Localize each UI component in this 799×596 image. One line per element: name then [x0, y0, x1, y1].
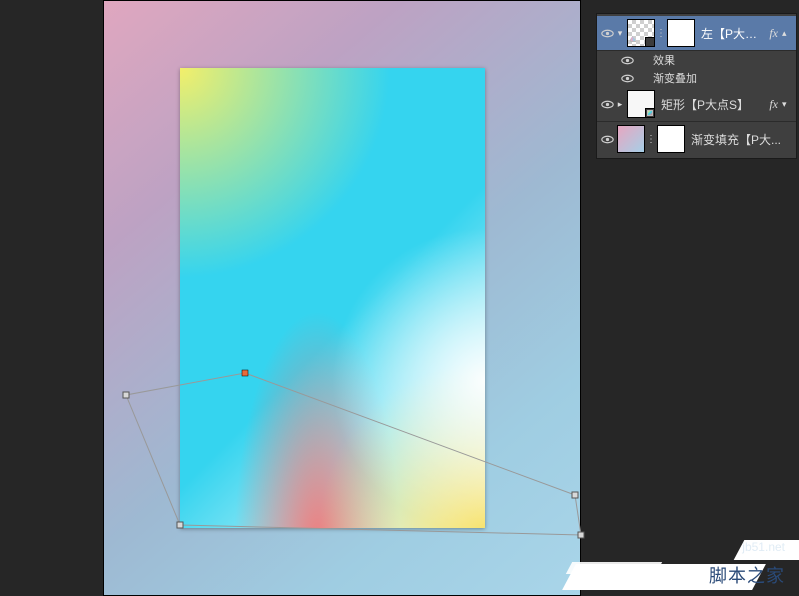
fx-indicator[interactable]: fx — [767, 26, 782, 41]
mask-link-icon[interactable]: ⋮ — [657, 19, 665, 47]
layer-thumb[interactable] — [627, 19, 655, 47]
layer-thumbnails: ⋮ — [627, 19, 695, 47]
expand-caret[interactable]: ▾ — [615, 28, 625, 39]
canvas-area[interactable] — [10, 0, 590, 596]
layer-name-label[interactable]: 左【P大点S】 — [695, 25, 767, 42]
layer-fx-gradient-overlay[interactable]: 渐变叠加 — [597, 69, 796, 87]
layer-thumb[interactable] — [627, 90, 655, 118]
fx-item-label: 渐变叠加 — [649, 70, 697, 86]
layer-mask-thumb[interactable] — [667, 19, 695, 47]
fx-header-label: 效果 — [649, 52, 675, 68]
visibility-toggle[interactable] — [599, 87, 615, 121]
layer-mask-thumb[interactable] — [657, 125, 685, 153]
watermark-url: jb51.net — [742, 540, 785, 554]
expand-caret[interactable]: ▸ — [615, 99, 625, 110]
layer-fx-header[interactable]: 效果 — [597, 51, 796, 69]
layer-thumbnails — [627, 90, 655, 118]
fx-indicator[interactable]: fx — [767, 97, 782, 112]
rect-gradient-layer — [180, 68, 485, 528]
fx-collapse-caret[interactable]: ▾ — [782, 99, 796, 110]
layer-row-rect[interactable]: ▸ 矩形【P大点S】 fx ▾ — [597, 87, 796, 122]
layer-row-gradient-fill[interactable]: ⋮ 渐变填充【P大... — [597, 122, 796, 156]
layer-row-left-shape[interactable]: ▾ ⋮ 左【P大点S】 fx ▴ — [597, 16, 796, 51]
visibility-toggle[interactable] — [599, 16, 615, 50]
layer-thumbnails: ⋮ — [617, 125, 685, 153]
mask-link-icon[interactable]: ⋮ — [647, 125, 655, 153]
layers-panel[interactable]: ▾ ⋮ 左【P大点S】 fx ▴ 效果 渐变叠加 ▸ 矩形【P大点S】 — [596, 13, 797, 159]
visibility-toggle[interactable] — [619, 69, 635, 87]
visibility-toggle[interactable] — [619, 51, 635, 69]
visibility-toggle[interactable] — [599, 122, 615, 156]
watermark-text: 脚本之家 — [709, 562, 785, 588]
layer-name-label[interactable]: 渐变填充【P大... — [685, 131, 796, 148]
layer-thumb[interactable] — [617, 125, 645, 153]
layer-name-label[interactable]: 矩形【P大点S】 — [655, 96, 767, 113]
fx-collapse-caret[interactable]: ▴ — [782, 28, 796, 39]
